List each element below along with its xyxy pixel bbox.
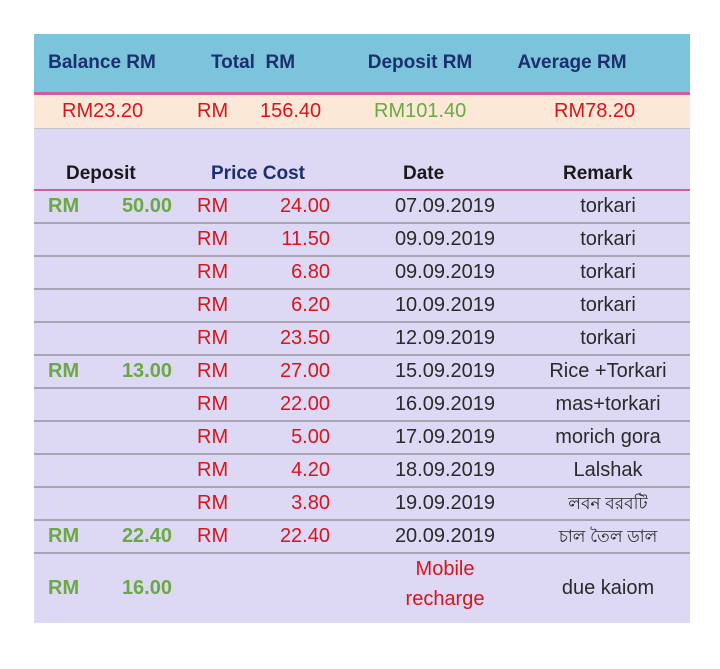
price-currency: RM bbox=[197, 228, 229, 250]
remark-cell: torkari bbox=[580, 327, 636, 349]
deposit-amount: 13.00 bbox=[121, 360, 172, 382]
deposit-header: Deposit RM bbox=[367, 52, 473, 73]
col-price-cost: Price Cost bbox=[211, 163, 305, 184]
table-row: RM 16.00 Mobile recharge due kaiom bbox=[34, 554, 690, 623]
deposit-currency: RM bbox=[48, 525, 80, 547]
deposit-amount: 50.00 bbox=[121, 195, 172, 217]
price-currency: RM bbox=[197, 261, 229, 283]
date-cell: 18.09.2019 bbox=[394, 459, 496, 481]
date-cell: 16.09.2019 bbox=[394, 393, 496, 415]
table-row: RM 50.00 RM 24.00 07.09.2019 torkari bbox=[34, 191, 690, 224]
remark-cell: চাল তৈল ডাল bbox=[558, 527, 658, 546]
deposit-amount: 22.40 bbox=[121, 525, 172, 547]
summary-values-row: RM23.20 RM 156.40 RM101.40 RM78.20 bbox=[34, 95, 690, 129]
price-currency: RM bbox=[197, 294, 229, 316]
price-amount: 11.50 bbox=[281, 228, 330, 250]
table-row: RM 23.50 12.09.2019 torkari bbox=[34, 323, 690, 356]
total-value: 156.40 bbox=[260, 100, 322, 122]
price-currency: RM bbox=[197, 360, 229, 382]
date-cell: 19.09.2019 bbox=[394, 492, 496, 514]
price-amount: 3.80 bbox=[291, 492, 330, 514]
remark-cell: torkari bbox=[580, 195, 636, 217]
table-row: RM 6.20 10.09.2019 torkari bbox=[34, 290, 690, 323]
col-deposit: Deposit bbox=[66, 163, 136, 184]
date-note-line2: recharge bbox=[405, 588, 485, 610]
deposit-currency: RM bbox=[48, 360, 80, 382]
table-row: RM 11.50 09.09.2019 torkari bbox=[34, 224, 690, 257]
date-cell: 07.09.2019 bbox=[394, 195, 496, 217]
table-row: RM 6.80 09.09.2019 torkari bbox=[34, 257, 690, 290]
col-date: Date bbox=[403, 163, 445, 184]
date-cell: 20.09.2019 bbox=[394, 525, 496, 547]
price-currency: RM bbox=[197, 459, 229, 481]
date-cell: 10.09.2019 bbox=[394, 294, 496, 316]
summary-header-row: Balance RM Total RM Deposit RM Average R… bbox=[34, 34, 690, 95]
date-note-line1: Mobile bbox=[415, 558, 475, 580]
price-amount: 22.00 bbox=[279, 393, 330, 415]
price-amount: 27.00 bbox=[279, 360, 330, 382]
remark-cell: mas+torkari bbox=[555, 393, 661, 415]
price-currency: RM bbox=[197, 393, 229, 415]
date-cell: 15.09.2019 bbox=[394, 360, 496, 382]
date-cell: 09.09.2019 bbox=[394, 228, 496, 250]
col-remark: Remark bbox=[563, 163, 633, 184]
date-cell: 12.09.2019 bbox=[394, 327, 496, 349]
price-amount: 24.00 bbox=[279, 195, 330, 217]
price-amount: 6.80 bbox=[291, 261, 330, 283]
date-note: Mobile recharge bbox=[370, 554, 520, 614]
total-currency: RM bbox=[197, 100, 229, 122]
remark-cell: morich gora bbox=[555, 426, 661, 448]
table-row: RM 3.80 19.09.2019 লবন বরবটি bbox=[34, 488, 690, 521]
average-header: Average RM bbox=[517, 52, 627, 73]
column-header-row: Deposit Price Cost Date Remark bbox=[34, 157, 690, 191]
price-currency: RM bbox=[197, 195, 229, 217]
price-amount: 5.00 bbox=[291, 426, 330, 448]
date-cell: 09.09.2019 bbox=[394, 261, 496, 283]
remark-cell: torkari bbox=[580, 228, 636, 250]
table-row: RM 13.00 RM 27.00 15.09.2019 Rice +Torka… bbox=[34, 356, 690, 389]
expense-rows: RM 50.00 RM 24.00 07.09.2019 torkari RM … bbox=[34, 191, 690, 623]
remark-cell: Lalshak bbox=[573, 459, 643, 481]
price-currency: RM bbox=[197, 327, 229, 349]
deposit-value: RM101.40 bbox=[374, 100, 467, 122]
deposit-currency: RM bbox=[48, 195, 80, 217]
price-amount: 22.40 bbox=[279, 525, 330, 547]
price-amount: 6.20 bbox=[291, 294, 330, 316]
date-cell: 17.09.2019 bbox=[394, 426, 496, 448]
deposit-amount: 16.00 bbox=[121, 577, 172, 599]
balance-value: RM23.20 bbox=[62, 100, 144, 122]
table-row: RM 22.00 16.09.2019 mas+torkari bbox=[34, 389, 690, 422]
balance-header: Balance RM bbox=[48, 52, 156, 73]
remark-cell: torkari bbox=[580, 261, 636, 283]
remark-cell: Rice +Torkari bbox=[549, 360, 667, 382]
total-header: Total RM bbox=[210, 52, 296, 73]
deposit-currency: RM bbox=[48, 577, 80, 599]
average-value: RM78.20 bbox=[554, 100, 636, 122]
remark-cell: torkari bbox=[580, 294, 636, 316]
price-currency: RM bbox=[197, 492, 229, 514]
price-amount: 23.50 bbox=[279, 327, 330, 349]
price-amount: 4.20 bbox=[291, 459, 330, 481]
remark-cell: লবন বরবটি bbox=[568, 494, 648, 513]
remark-cell: due kaiom bbox=[561, 577, 655, 599]
spacer-band bbox=[34, 129, 690, 157]
expense-sheet: Balance RM Total RM Deposit RM Average R… bbox=[34, 34, 690, 623]
table-row: RM 4.20 18.09.2019 Lalshak bbox=[34, 455, 690, 488]
table-row: RM 22.40 RM 22.40 20.09.2019 চাল তৈল ডাল bbox=[34, 521, 690, 554]
price-currency: RM bbox=[197, 525, 229, 547]
table-row: RM 5.00 17.09.2019 morich gora bbox=[34, 422, 690, 455]
price-currency: RM bbox=[197, 426, 229, 448]
